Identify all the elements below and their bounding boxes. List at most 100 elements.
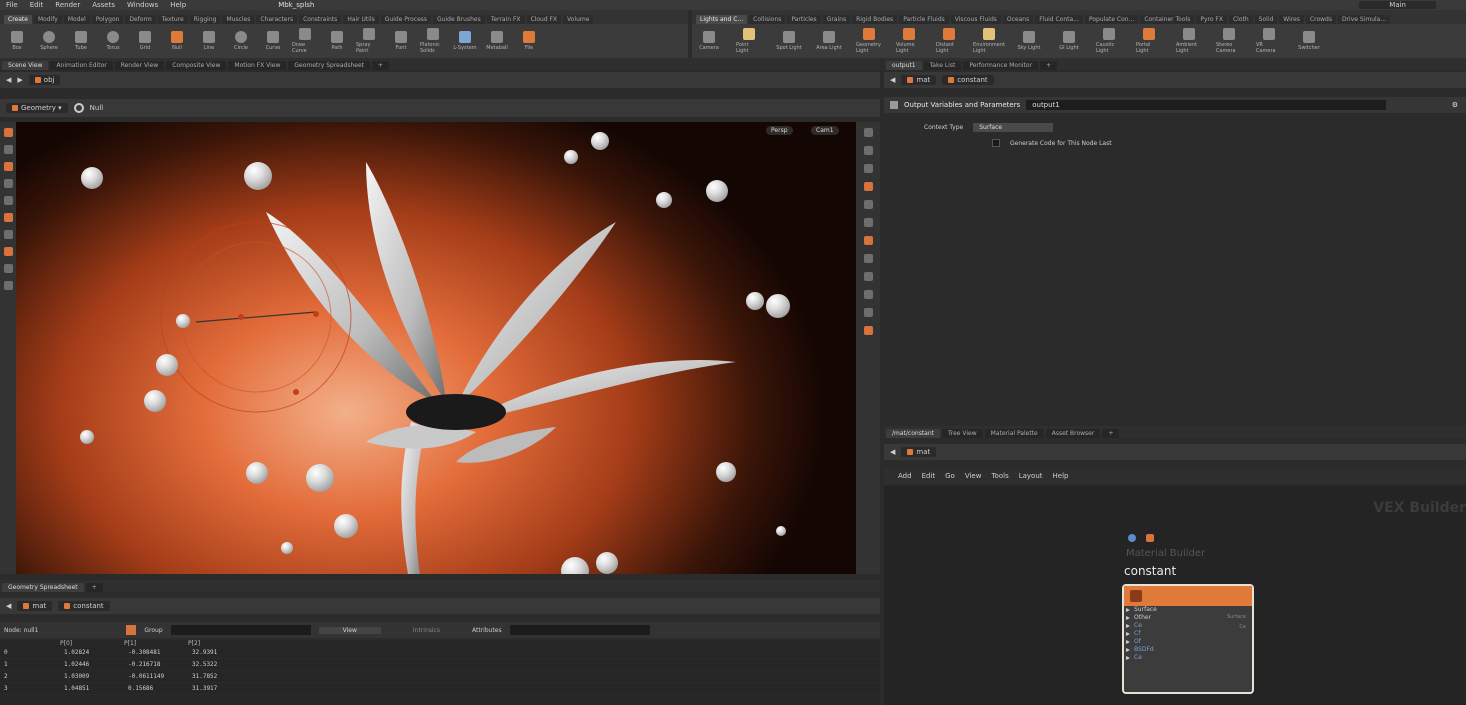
tab-scene-view[interactable]: Scene View: [2, 61, 49, 70]
view-dropdown[interactable]: View: [318, 626, 381, 634]
render-region-icon[interactable]: [3, 281, 13, 290]
tool-spray-paint[interactable]: Spray Paint: [356, 28, 382, 54]
shelf-tab-oceans[interactable]: Oceans: [1002, 15, 1034, 24]
tool-environment-light[interactable]: Environment Light: [973, 28, 1005, 54]
tool-grid[interactable]: Grid: [132, 31, 158, 51]
points-icon[interactable]: [863, 218, 873, 227]
tool-camera[interactable]: Camera: [696, 31, 722, 51]
shelf-tab-grains[interactable]: Grains: [822, 15, 851, 24]
add-tab-icon[interactable]: +: [372, 61, 390, 70]
material-builder-node[interactable]: Surface Other Ce Cf Of BSDFd Ce Surface …: [1122, 584, 1254, 694]
tool-circle[interactable]: Circle: [228, 31, 254, 51]
node-port[interactable]: Of: [1124, 638, 1252, 646]
shelf-tab-cloth[interactable]: Cloth: [1228, 15, 1253, 24]
generate-code-checkbox[interactable]: [992, 139, 1000, 147]
viewport-persp-menu[interactable]: Persp: [766, 126, 793, 135]
menu-assets[interactable]: Assets: [92, 1, 115, 9]
flipbook-icon[interactable]: [863, 326, 873, 335]
network-menu-view[interactable]: View: [965, 472, 982, 480]
node-output-surface[interactable]: Surface: [1227, 614, 1246, 620]
scale-tool-icon[interactable]: [3, 179, 13, 188]
tool-geometry-light[interactable]: Geometry Light: [856, 28, 882, 54]
tool-box[interactable]: Box: [4, 31, 30, 51]
tool-path[interactable]: Path: [324, 31, 350, 51]
network-menu-help[interactable]: Help: [1053, 472, 1069, 480]
tab-geometry-spreadsheet[interactable]: Geometry Spreadsheet: [288, 61, 370, 70]
shelf-tab-cloud-fx[interactable]: Cloud FX: [526, 15, 562, 24]
view-tool-icon[interactable]: [3, 230, 13, 239]
normals-icon[interactable]: [863, 272, 873, 281]
forward-arrow-icon[interactable]: ▶: [17, 76, 22, 84]
tool-file[interactable]: File: [516, 31, 542, 51]
shelf-tab-particles[interactable]: Particles: [787, 15, 821, 24]
menu-file[interactable]: File: [6, 1, 18, 9]
tool-gi-light[interactable]: GI Light: [1056, 31, 1082, 51]
rotate-tool-icon[interactable]: [3, 162, 13, 171]
add-tab-icon[interactable]: +: [1040, 61, 1058, 70]
wireframe-icon[interactable]: [863, 200, 873, 209]
node-name-field[interactable]: output1: [1026, 100, 1387, 110]
select-tool-icon[interactable]: [3, 128, 13, 137]
viewport-camera-menu[interactable]: Cam1: [811, 126, 839, 135]
tool-vr-camera[interactable]: VR Camera: [1256, 28, 1282, 54]
back-arrow-icon[interactable]: ◀: [890, 76, 895, 84]
tool-caustic-light[interactable]: Caustic Light: [1096, 28, 1122, 54]
points-mode-icon[interactable]: [126, 625, 137, 635]
node-port[interactable]: Ce: [1124, 654, 1252, 662]
shelf-tab-solid[interactable]: Solid: [1254, 15, 1278, 24]
shading-mode-icon[interactable]: [863, 182, 873, 191]
shelf-tab-viscous-fluids[interactable]: Viscous Fluids: [950, 15, 1001, 24]
shelf-tab-characters[interactable]: Characters: [256, 15, 298, 24]
network-menu-tools[interactable]: Tools: [991, 472, 1008, 480]
shelf-tab-guide-brushes[interactable]: Guide Brushes: [433, 15, 485, 24]
tool-lsystem[interactable]: L-System: [452, 31, 478, 51]
grid-toggle-icon[interactable]: [863, 254, 873, 263]
tool-area-light[interactable]: Area Light: [816, 31, 842, 51]
display-options-icon[interactable]: [863, 128, 873, 137]
tool-spot-light[interactable]: Spot Light: [776, 31, 802, 51]
move-tool-icon[interactable]: [3, 145, 13, 154]
tab-network-mat-constant[interactable]: /mat/constant: [886, 429, 940, 438]
shelf-tab-pyro-fx[interactable]: Pyro FX: [1196, 15, 1227, 24]
tool-volume-light[interactable]: Volume Light: [896, 28, 922, 54]
lock-camera-icon[interactable]: [863, 164, 873, 173]
tool-torus[interactable]: Torus: [100, 31, 126, 51]
snapshot-icon[interactable]: [863, 236, 873, 245]
node-port[interactable]: BSDFd: [1124, 646, 1252, 654]
param-crumb-mat[interactable]: mat: [901, 75, 937, 85]
tool-ambient-light[interactable]: Ambient Light: [1176, 28, 1202, 54]
tab-render-view[interactable]: Render View: [114, 61, 165, 70]
tool-point-light[interactable]: Point Light: [736, 28, 762, 54]
gear-icon[interactable]: ⚙: [1452, 101, 1458, 109]
attributes-field[interactable]: [509, 625, 650, 635]
tool-sphere[interactable]: Sphere: [36, 31, 62, 51]
add-tab-icon[interactable]: +: [85, 583, 103, 592]
spreadsheet-crumb-mat[interactable]: mat: [17, 601, 53, 611]
network-menu-layout[interactable]: Layout: [1019, 472, 1043, 480]
scene-viewport[interactable]: Persp Cam1: [16, 122, 856, 574]
shelf-tab-rigid-bodies[interactable]: Rigid Bodies: [852, 15, 898, 24]
shelf-tab-particle-fluids[interactable]: Particle Fluids: [899, 15, 949, 24]
node-port[interactable]: Surface: [1124, 606, 1252, 614]
tab-material-palette[interactable]: Material Palette: [984, 429, 1044, 438]
brush-tool-icon[interactable]: [3, 247, 13, 256]
table-row[interactable]: 3 1.04851 0.15686 31.3917: [0, 683, 880, 695]
home-view-icon[interactable]: [863, 146, 873, 155]
back-arrow-icon[interactable]: ◀: [890, 448, 895, 456]
tool-switcher[interactable]: Switcher: [1296, 31, 1322, 51]
tool-metaball[interactable]: Metaball: [484, 31, 510, 51]
shelf-tab-constraints[interactable]: Constraints: [299, 15, 342, 24]
node-output-ce[interactable]: Ce: [1239, 624, 1246, 630]
tab-composite-view[interactable]: Composite View: [166, 61, 227, 70]
network-menu-edit[interactable]: Edit: [922, 472, 936, 480]
context-type-dropdown[interactable]: Surface: [973, 122, 1054, 132]
shelf-tab-wires[interactable]: Wires: [1279, 15, 1304, 24]
add-tab-icon[interactable]: +: [1102, 429, 1120, 438]
tool-line[interactable]: Line: [196, 31, 222, 51]
menu-windows[interactable]: Windows: [127, 1, 158, 9]
shelf-tab-muscles[interactable]: Muscles: [222, 15, 255, 24]
table-row[interactable]: 1 1.02446 -0.216718 32.5322: [0, 659, 880, 671]
pose-tool-icon[interactable]: [3, 196, 13, 205]
table-row[interactable]: 0 1.02824 -0.308481 32.9391: [0, 647, 880, 659]
node-port[interactable]: Cf: [1124, 630, 1252, 638]
